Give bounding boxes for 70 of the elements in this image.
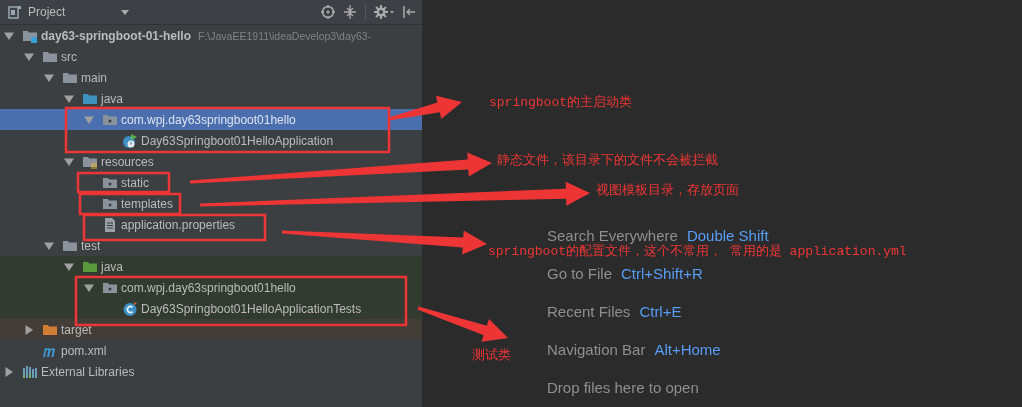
settings-icon[interactable]: [374, 5, 394, 19]
tree-item[interactable]: resources: [0, 151, 158, 172]
collapse-all-icon[interactable]: [343, 5, 357, 19]
tree-item-label: java: [101, 259, 123, 274]
spring-class-icon: [122, 132, 138, 149]
annotation-text: 视图模板目录，存放页面: [596, 183, 739, 198]
tree-item-label: day63-springboot-01-hello: [41, 28, 192, 43]
tree-item[interactable]: com.wpj.day63springboot01hello: [0, 277, 422, 298]
tree-item[interactable]: target: [0, 319, 422, 340]
project-view-icon: [8, 5, 22, 19]
tree-item-label: com.wpj.day63springboot01hello: [121, 280, 296, 295]
expanded-arrow-icon[interactable]: [44, 240, 54, 251]
expanded-arrow-icon[interactable]: [44, 72, 54, 83]
tree-item-label: External Libraries: [41, 364, 135, 379]
annotation-text: 测试类: [472, 348, 511, 363]
tree-item-label: pom.xml: [61, 343, 107, 358]
panel-title[interactable]: Project: [28, 5, 66, 19]
hint-label: Recent Files: [547, 303, 631, 320]
tree-item[interactable]: Day63Springboot01HelloApplication: [0, 130, 338, 151]
hint-label: Go to File: [547, 265, 613, 282]
expanded-arrow-icon[interactable]: [64, 93, 74, 104]
annotation-text: springboot的主启动类: [489, 95, 632, 110]
module-path: F:\JavaEE1911\ideaDevelop3\day63-: [198, 29, 372, 42]
caret-icon[interactable]: [121, 9, 130, 15]
tree-item[interactable]: main: [0, 67, 111, 88]
expanded-arrow-icon[interactable]: [64, 156, 74, 167]
library-icon: [22, 363, 38, 380]
tree-item[interactable]: templates: [0, 193, 178, 214]
tree-item[interactable]: External Libraries: [0, 361, 139, 382]
tree-item-label: static: [121, 175, 149, 190]
tree-item-label: application.properties: [121, 217, 236, 232]
hint-label: Navigation Bar: [547, 341, 646, 358]
document-icon: [102, 216, 118, 233]
expanded-arrow-icon[interactable]: [64, 261, 74, 272]
tree-item[interactable]: src: [0, 46, 81, 67]
shortcut-text: Ctrl+E: [639, 303, 682, 320]
shortcut-text: Double Shift: [686, 227, 769, 244]
expanded-arrow-icon[interactable]: [4, 30, 14, 41]
collapsed-arrow-icon[interactable]: [24, 324, 34, 335]
expanded-arrow-icon[interactable]: [24, 51, 34, 62]
tree-item-label: main: [81, 70, 107, 85]
annotation-text: springboot的配置文件，这个不常用， 常用的是 application.yml: [488, 244, 907, 259]
tree-item[interactable]: test: [0, 235, 105, 256]
class-icon: [122, 300, 138, 317]
tree-item[interactable]: static: [0, 172, 153, 193]
tree-item[interactable]: Day63Springboot01HelloApplicationTests: [0, 298, 422, 319]
tree-item-label: src: [61, 49, 77, 64]
tree-item-label: Day63Springboot01HelloApplication: [141, 133, 334, 148]
annotation-text: 静态文件，该目录下的文件不会被拦截: [497, 153, 718, 168]
tree-item-label: resources: [101, 154, 154, 169]
tree-item[interactable]: java: [0, 88, 127, 109]
tree-item-label: test: [81, 238, 101, 253]
tree-item-label: templates: [121, 196, 174, 211]
locate-icon[interactable]: [321, 5, 335, 19]
tree-item[interactable]: java: [0, 256, 422, 277]
hide-panel-icon[interactable]: [402, 5, 416, 19]
tree-item[interactable]: day63-springboot-01-hello F:\JavaEE1911\ideaDevelop3\day63-: [0, 25, 376, 46]
shortcut-text: Ctrl+Shift+R: [621, 265, 703, 282]
tree-item[interactable]: com.wpj.day63springboot01hello: [0, 109, 422, 130]
expanded-arrow-icon[interactable]: [84, 282, 94, 293]
tree-item-label: Day63Springboot01HelloApplicationTests: [141, 301, 362, 316]
tree-item-label: com.wpj.day63springboot01hello: [121, 112, 296, 127]
collapsed-arrow-icon[interactable]: [4, 366, 14, 377]
hint-label: Drop files here to open: [547, 379, 699, 396]
tree-item[interactable]: application.properties: [0, 214, 240, 235]
tree-item[interactable]: pom.xml: [0, 340, 111, 361]
shortcut-text: Alt+Home: [654, 341, 721, 358]
tree-item-label: target: [61, 322, 92, 337]
tree-item-label: java: [101, 91, 123, 106]
hint-label: Search Everywhere: [547, 227, 678, 244]
